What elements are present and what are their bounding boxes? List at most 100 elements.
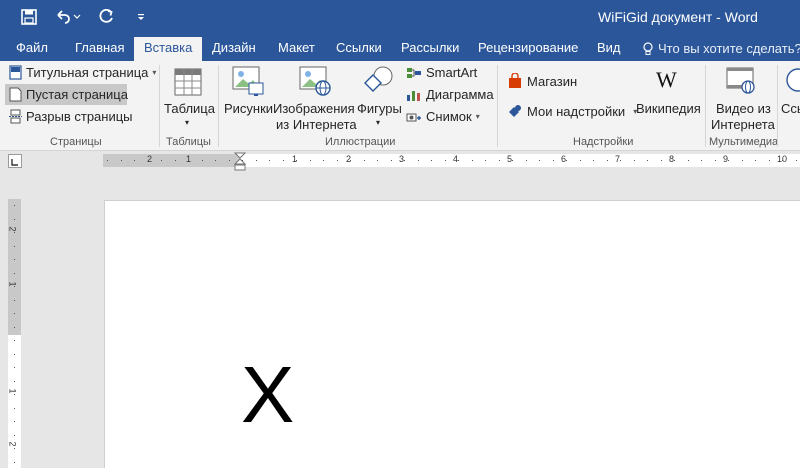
- horizontal-ruler[interactable]: 2 1 1 2 3 4 5 6 7 8 9 10: [103, 152, 800, 171]
- ruler-tick: [14, 462, 15, 463]
- my-addins-button[interactable]: Мои надстройки ▾: [507, 103, 637, 119]
- tab-review[interactable]: Рецензирование: [478, 37, 578, 61]
- ruler-tick: [269, 160, 270, 161]
- ruler-tick: [485, 160, 486, 161]
- ruler-tick: [14, 232, 15, 233]
- cover-page-icon: [9, 65, 22, 80]
- tab-view[interactable]: Вид: [597, 37, 621, 61]
- ruler-tick-label: 4: [453, 154, 459, 164]
- document-page[interactable]: X: [104, 200, 800, 468]
- document-text[interactable]: X: [241, 349, 294, 441]
- links-label-partial: Ссы: [781, 101, 800, 116]
- undo-icon[interactable]: [52, 6, 84, 28]
- ribbon-tabs: Файл Главная Вставка Дизайн Макет Ссылки…: [0, 34, 800, 61]
- ruler-tick: [14, 300, 15, 301]
- title-bar: WiFiGid документ - Word: [0, 0, 800, 34]
- ruler-tick: [14, 205, 15, 206]
- wikipedia-label: Википедия: [636, 101, 701, 116]
- ruler-tick: [283, 160, 284, 161]
- page-break-icon: [9, 109, 22, 124]
- tab-layout[interactable]: Макет: [278, 37, 315, 61]
- ruler-tick: [674, 160, 675, 161]
- wikipedia-icon: W: [656, 67, 677, 92]
- group-label-addins: Надстройки: [573, 136, 634, 148]
- tab-design[interactable]: Дизайн: [212, 37, 256, 61]
- ruler-tick: [14, 327, 15, 328]
- screenshot-icon: [406, 113, 421, 121]
- ruler-tick: [445, 160, 446, 161]
- ruler-tick: [14, 259, 15, 260]
- ruler-tick: [688, 160, 689, 161]
- ruler-tick-label: 8: [669, 154, 675, 164]
- lightbulb-icon: [643, 42, 653, 55]
- ruler-tick: [472, 160, 473, 161]
- chevron-down-icon: ▾: [376, 118, 381, 127]
- my-addins-label: Мои надстройки: [527, 103, 626, 119]
- group-separator: [218, 65, 219, 147]
- ruler-tick: [310, 160, 311, 161]
- ruler-tick: [769, 160, 770, 161]
- tab-references[interactable]: Ссылки: [336, 37, 382, 61]
- ruler-tick-label: 1: [7, 281, 18, 287]
- blank-page-button[interactable]: Пустая страница: [9, 87, 128, 102]
- ruler-tick: [242, 160, 243, 161]
- tab-file[interactable]: Файл: [16, 37, 48, 61]
- vertical-ruler[interactable]: 2 1 1 2: [8, 199, 21, 468]
- ruler-tick: [14, 354, 15, 355]
- window-title: WiFiGid документ - Word: [598, 9, 758, 25]
- ruler-tick-label: 2: [7, 226, 18, 232]
- chart-button[interactable]: Диаграмма: [406, 87, 494, 102]
- ruler-tick: [14, 273, 15, 274]
- ruler-tick: [202, 160, 203, 161]
- ruler-tick: [337, 160, 338, 161]
- store-button[interactable]: Магазин: [507, 73, 577, 89]
- quick-access-toolbar: [18, 6, 152, 28]
- tell-me-box[interactable]: Что вы хотите сделать?: [642, 37, 800, 61]
- save-icon[interactable]: [18, 6, 40, 28]
- page-break-button[interactable]: Разрыв страницы: [9, 109, 133, 124]
- ruler-tick: [256, 160, 257, 161]
- ruler-tick: [499, 160, 500, 161]
- tab-mailings[interactable]: Рассылки: [401, 37, 459, 61]
- redo-icon[interactable]: [96, 6, 118, 28]
- ruler-tick: [161, 160, 162, 161]
- ruler-tick: [593, 160, 594, 161]
- ruler-tick: [14, 219, 15, 220]
- ruler-tick-label: 5: [507, 154, 513, 164]
- ruler-tick: [539, 160, 540, 161]
- cover-page-button[interactable]: Титульная страница ▾: [9, 65, 156, 80]
- ruler-tick: [728, 160, 729, 161]
- smartart-button[interactable]: SmartArt: [406, 65, 477, 80]
- page-break-label: Разрыв страницы: [26, 109, 133, 124]
- tab-stop-icon: [11, 159, 18, 166]
- globe-icon[interactable]: [784, 67, 800, 93]
- ruler-tick-label: 2: [147, 154, 153, 164]
- group-separator: [159, 65, 160, 147]
- ruler-tick: [14, 408, 15, 409]
- ruler-tick: [647, 160, 648, 161]
- table-icon: [174, 68, 202, 96]
- ruler-tick: [14, 246, 15, 247]
- tab-insert[interactable]: Вставка: [134, 37, 203, 61]
- ruler-tick: [715, 160, 716, 161]
- ruler-tick: [296, 160, 297, 161]
- ruler-tick: [229, 160, 230, 161]
- ruler-tick: [350, 160, 351, 161]
- ruler-tick: [431, 160, 432, 161]
- ruler-tick: [661, 160, 662, 161]
- ruler-tick: [188, 160, 189, 161]
- group-label-tables: Таблицы: [166, 136, 211, 148]
- chart-label: Диаграмма: [426, 87, 494, 102]
- ruler-tick: [607, 160, 608, 161]
- indent-marker-icon[interactable]: [234, 152, 246, 172]
- ribbon-insert: Титульная страница ▾ Пустая страница Раз…: [0, 61, 800, 151]
- customize-qat-icon[interactable]: [130, 6, 152, 28]
- ruler-tick: [14, 381, 15, 382]
- ruler-tick: [323, 160, 324, 161]
- tab-selector[interactable]: [8, 154, 22, 168]
- ruler-tick: [14, 448, 15, 449]
- ruler-tick: [14, 313, 15, 314]
- tab-home[interactable]: Главная: [75, 37, 124, 61]
- screenshot-button[interactable]: Снимок ▾: [406, 109, 480, 124]
- group-separator: [497, 65, 498, 147]
